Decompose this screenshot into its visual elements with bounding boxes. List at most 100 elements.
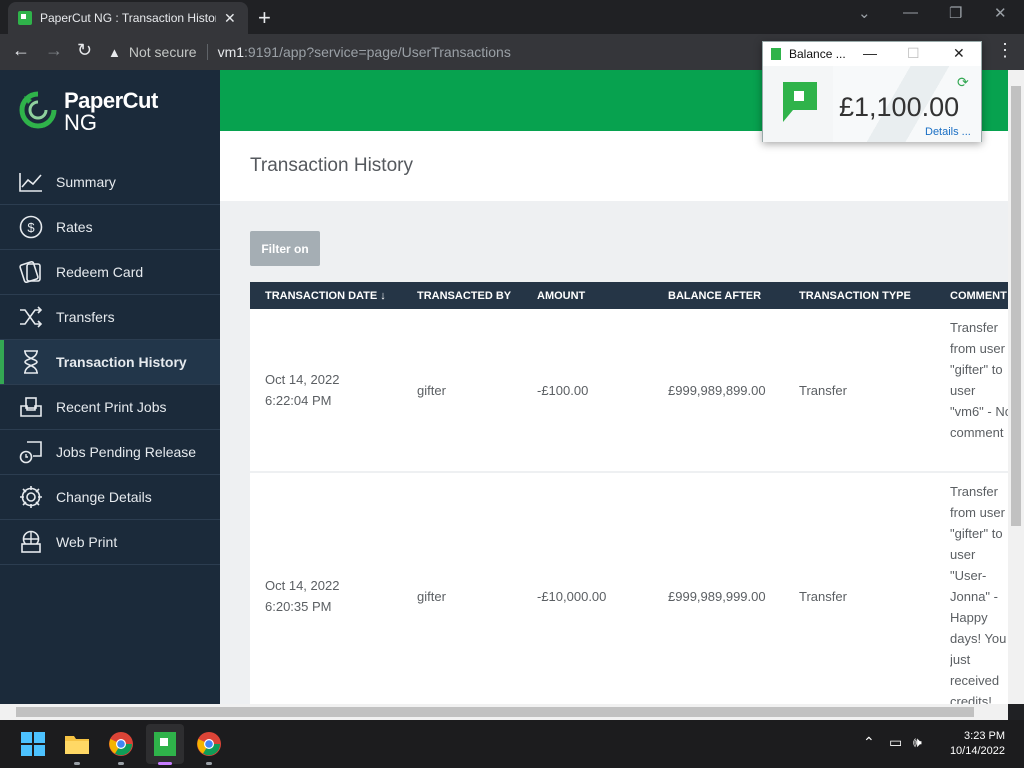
- papercut-logo[interactable]: PaperCut NG: [18, 88, 198, 138]
- column-header-transaction-type[interactable]: TRANSACTION TYPE: [799, 290, 911, 302]
- close-window-icon[interactable]: ✕: [994, 4, 1007, 22]
- globe-printer-icon: [18, 529, 44, 555]
- sidebar-item-rates[interactable]: $ Rates: [0, 205, 220, 250]
- sidebar-item-change-details[interactable]: Change Details: [0, 475, 220, 520]
- windows-start-icon[interactable]: [20, 731, 46, 757]
- active-indicator: [158, 762, 172, 765]
- page-title: Transaction History: [250, 155, 413, 176]
- card-icon: [18, 259, 44, 285]
- shuffle-icon: [18, 304, 44, 330]
- hourglass-icon: [18, 349, 44, 375]
- chrome-icon[interactable]: [196, 731, 222, 757]
- running-indicator: [118, 762, 124, 765]
- sidebar-item-label: Change Details: [56, 489, 152, 505]
- cell-date-day: Oct 14, 2022: [265, 578, 340, 593]
- forward-icon[interactable]: →: [45, 40, 63, 61]
- papercut-logo-icon: [19, 91, 57, 129]
- balance-amount: £1,100.00: [839, 92, 960, 122]
- new-tab-button[interactable]: +: [258, 5, 271, 31]
- chart-icon: [18, 169, 44, 195]
- sidebar-item-transaction-history[interactable]: Transaction History: [0, 340, 220, 385]
- reload-icon[interactable]: ↻: [77, 40, 92, 61]
- vertical-scroll-thumb[interactable]: [1011, 86, 1021, 526]
- cell-date-day: Oct 14, 2022: [265, 372, 340, 387]
- cell-balance-after: £999,989,899.00: [668, 383, 766, 398]
- svg-text:$: $: [27, 220, 35, 235]
- sidebar-item-web-print[interactable]: Web Print: [0, 520, 220, 565]
- column-header-label: TRANSACTION DATE: [265, 290, 378, 302]
- sidebar: PaperCut NG Summary $ Rates Redeem Card …: [0, 70, 220, 704]
- papercut-favicon-icon: [18, 11, 32, 25]
- sidebar-item-label: Transfers: [56, 309, 115, 325]
- clock-date: 10/14/2022: [949, 745, 1005, 757]
- chrome-icon[interactable]: [108, 731, 134, 757]
- column-header-amount[interactable]: AMOUNT: [537, 290, 585, 302]
- tab-close-icon[interactable]: ✕: [224, 10, 236, 27]
- omnibox-divider: [206, 44, 208, 60]
- sidebar-item-label: Redeem Card: [56, 264, 144, 280]
- url-host: vm1: [217, 44, 245, 60]
- refresh-icon[interactable]: ⟳: [957, 74, 969, 91]
- column-header-comment[interactable]: COMMENT: [950, 290, 1007, 302]
- cell-comment: Transfer from user "gifter" to user "Use…: [950, 484, 1007, 704]
- sidebar-item-jobs-pending-release[interactable]: Jobs Pending Release: [0, 430, 220, 475]
- vertical-scrollbar[interactable]: [1008, 70, 1024, 704]
- cell-comment: Transfer from user "gifter" to user "vm6…: [950, 320, 1008, 440]
- cell-balance-after: £999,989,999.00: [668, 589, 766, 604]
- horizontal-scroll-thumb[interactable]: [16, 707, 974, 717]
- volume-icon[interactable]: 🕪: [913, 734, 922, 751]
- table-row: Oct 14, 2022 6:20:35 PM gifter -£10,000.…: [250, 473, 1008, 704]
- show-hidden-icons-icon[interactable]: ⌃: [863, 734, 875, 751]
- papercut-client-icon[interactable]: [152, 731, 178, 757]
- cell-date: Oct 14, 2022 6:22:04 PM: [265, 369, 339, 411]
- sidebar-item-label: Recent Print Jobs: [56, 399, 167, 415]
- balance-window-body: ⟳ £1,100.00 Details ...: [763, 66, 981, 142]
- table-row: Oct 14, 2022 6:22:04 PM gifter -£100.00 …: [250, 309, 1008, 471]
- browser-tab[interactable]: PaperCut NG : Transaction History ✕: [8, 2, 248, 34]
- sidebar-item-label: Rates: [56, 219, 93, 235]
- sidebar-item-recent-print-jobs[interactable]: Recent Print Jobs: [0, 385, 220, 430]
- gear-icon: [18, 484, 44, 510]
- tab-search-icon[interactable]: ⌄: [858, 4, 871, 22]
- papercut-favicon-icon: [771, 48, 781, 60]
- horizontal-scrollbar[interactable]: [0, 704, 1008, 720]
- sidebar-item-label: Transaction History: [56, 354, 187, 370]
- file-explorer-icon[interactable]: [64, 731, 90, 757]
- details-link[interactable]: Details ...: [925, 126, 971, 138]
- cell-date-time: 6:20:35 PM: [265, 599, 332, 614]
- sidebar-item-transfers[interactable]: Transfers: [0, 295, 220, 340]
- running-indicator: [74, 762, 80, 765]
- close-icon[interactable]: ✕: [953, 45, 965, 62]
- browser-tabstrip: PaperCut NG : Transaction History ✕ + ⌄ …: [0, 0, 1024, 34]
- sidebar-item-label: Jobs Pending Release: [56, 444, 197, 460]
- filter-on-button[interactable]: Filter on: [250, 231, 320, 266]
- sort-desc-icon: ↓: [380, 290, 386, 302]
- running-indicator: [206, 762, 212, 765]
- minimize-icon[interactable]: —: [903, 4, 918, 21]
- menu-kebab-icon[interactable]: ⋮: [996, 40, 1014, 61]
- maximize-icon[interactable]: ☐: [907, 45, 920, 62]
- sidebar-item-redeem-card[interactable]: Redeem Card: [0, 250, 220, 295]
- table-header: TRANSACTION DATE ↓ TRANSACTED BY AMOUNT …: [250, 282, 1008, 309]
- sidebar-nav: Summary $ Rates Redeem Card Transfers Tr…: [0, 160, 220, 565]
- page-viewport: PaperCut NG Summary $ Rates Redeem Card …: [0, 70, 1008, 704]
- papercut-logo-icon: [783, 82, 817, 122]
- cell-transacted-by: gifter: [417, 589, 446, 604]
- cell-transaction-type: Transfer: [799, 589, 847, 604]
- tab-title: PaperCut NG : Transaction History: [40, 11, 216, 25]
- cell-transaction-type: Transfer: [799, 383, 847, 398]
- security-label[interactable]: Not secure: [129, 44, 197, 60]
- taskbar: ⌃ ▭ 🕪 3:23 PM 10/14/2022: [0, 720, 1024, 768]
- sidebar-item-summary[interactable]: Summary: [0, 160, 220, 205]
- column-header-transacted-by[interactable]: TRANSACTED BY: [417, 290, 511, 302]
- restore-icon[interactable]: ❐: [949, 4, 962, 22]
- printer-clock-icon: [18, 439, 44, 465]
- minimize-icon[interactable]: —: [863, 45, 877, 61]
- warning-icon[interactable]: ▲: [108, 45, 121, 60]
- back-icon[interactable]: ←: [12, 40, 30, 61]
- logo-subtext: NG: [64, 110, 97, 135]
- network-icon[interactable]: ▭: [889, 734, 902, 751]
- system-clock[interactable]: 3:23 PM 10/14/2022: [943, 729, 1005, 759]
- column-header-balance-after[interactable]: BALANCE AFTER: [668, 290, 761, 302]
- column-header-date[interactable]: TRANSACTION DATE ↓: [265, 290, 386, 302]
